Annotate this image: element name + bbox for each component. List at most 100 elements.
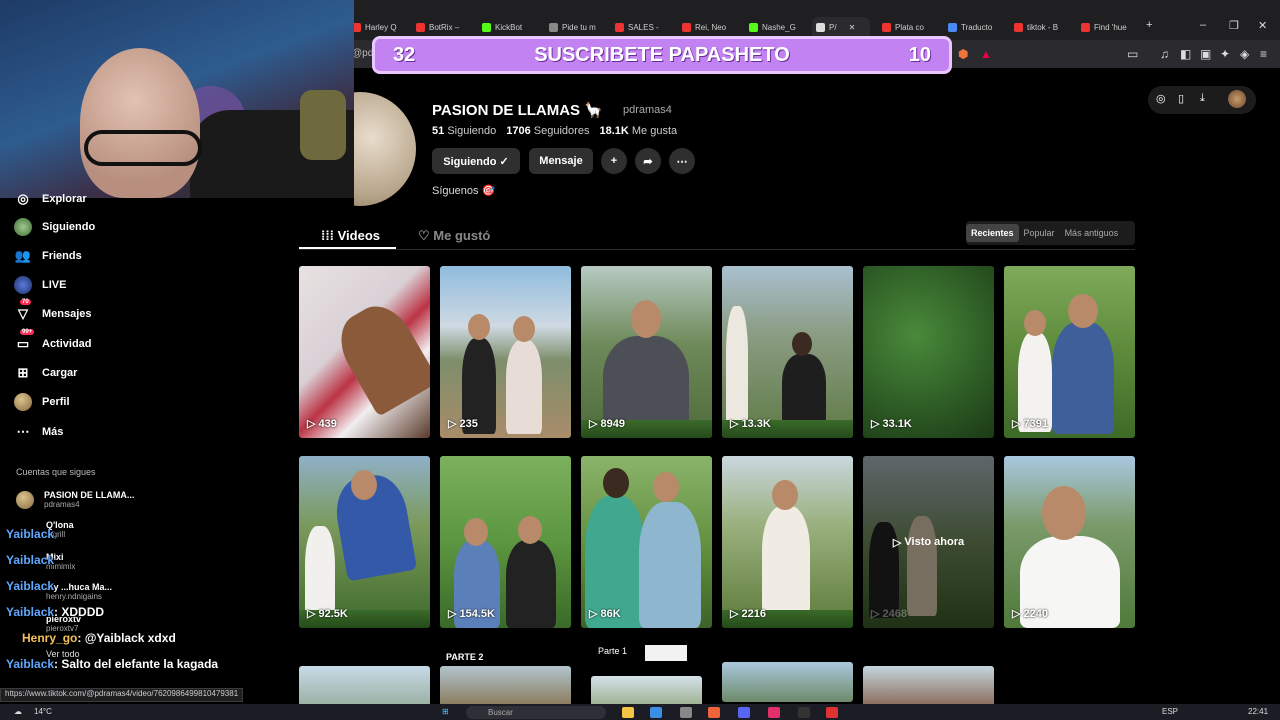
profile-avatar[interactable] <box>354 92 416 206</box>
weather-icon[interactable]: ☁ <box>14 707 22 716</box>
rewards-icon[interactable]: ▲ <box>980 47 992 61</box>
video-thumbnail[interactable]: ▷ 7391 <box>1004 266 1135 438</box>
brave-icon[interactable] <box>708 707 720 718</box>
video-thumbnail[interactable]: ▷ 92.5K <box>299 456 430 628</box>
obs-icon[interactable] <box>798 707 810 718</box>
video-thumbnail[interactable] <box>440 666 571 706</box>
browser-tab[interactable]: Find 'hue <box>1081 17 1141 37</box>
share-icon[interactable]: ➦ <box>635 148 661 174</box>
more-options-icon[interactable]: ⋯ <box>669 148 695 174</box>
tab-videos[interactable]: ⁞⁞⁞ Videos <box>321 228 380 243</box>
play-icon: ▷ <box>892 536 905 549</box>
message-button[interactable]: Mensaje <box>529 148 593 174</box>
browser-tab[interactable]: Pide tu m <box>549 17 611 37</box>
banner-count-right: 10 <box>908 43 931 66</box>
sort-popular[interactable]: Popular <box>1019 224 1060 242</box>
reader-icon[interactable]: ▭ <box>1127 47 1138 61</box>
language-indicator[interactable]: ESP <box>1162 707 1178 716</box>
chat-message: Yaiblack: Salto del elefante la kagada <box>6 657 219 671</box>
browser-tab[interactable]: tiktok - B <box>1014 17 1076 37</box>
sidebar-icon[interactable]: ◧ <box>1180 47 1191 61</box>
discord-icon[interactable] <box>738 707 750 718</box>
video-thumbnail[interactable]: ▷ 439 <box>299 266 430 438</box>
browser-tab[interactable]: BotRix – <box>416 17 478 37</box>
sort-oldest[interactable]: Más antiguos <box>1060 224 1124 242</box>
stat-followers[interactable]: 1706 Seguidores <box>506 125 589 137</box>
download-icon[interactable]: ⤓ <box>1200 92 1205 105</box>
video-thumbnail[interactable]: ▷ 154.5K <box>440 456 571 628</box>
leo-icon[interactable]: ✦ <box>1220 47 1230 61</box>
edge-icon[interactable] <box>650 707 662 718</box>
address-bar[interactable]: @pd <box>352 48 373 59</box>
browser-tab[interactable]: KickBot <box>482 17 544 37</box>
compass-icon: ◎ <box>17 191 29 206</box>
video-thumbnail[interactable]: ▷ 8949 <box>581 266 712 438</box>
tab-favicon-icon <box>1014 22 1023 32</box>
video-thumbnail[interactable]: ▷ 2240 <box>1004 456 1135 628</box>
nav-upload[interactable]: ⊞ Cargar <box>14 364 78 382</box>
view-count: ▷ 2468 <box>871 608 907 620</box>
nav-activity[interactable]: ▭ 99+ Actividad <box>14 329 92 353</box>
view-count: ▷ 13.3K <box>730 418 771 430</box>
following-account[interactable]: ...y ...huca Ma... henry.ndnigains <box>46 582 112 601</box>
nav-explore[interactable]: ◎ Explorar <box>14 190 86 208</box>
video-thumbnail[interactable]: ▷ 86K <box>581 456 712 628</box>
video-thumbnail[interactable]: ▷ 33.1K <box>863 266 994 438</box>
live-icon <box>14 276 32 294</box>
browser-tab[interactable]: SALES - <box>615 17 677 37</box>
browser-tab[interactable]: Plata co <box>882 17 944 37</box>
close-window-button[interactable]: ✕ <box>1258 19 1267 32</box>
nav-messages[interactable]: ▽ 70 Mensajes <box>14 299 92 323</box>
video-thumbnail[interactable]: ▷ Visto ahora ▷ 2468 <box>863 456 994 628</box>
nav-friends[interactable]: 👥 Friends <box>14 247 82 265</box>
banner-count-left: 32 <box>393 43 416 66</box>
windows-taskbar: ☁ 14°C ⊞ Buscar ESP 22:41 <box>0 704 1280 720</box>
brave-shield-icon[interactable]: ⬢ <box>958 47 968 61</box>
device-icon[interactable]: ▯ <box>1178 92 1184 105</box>
minimize-button[interactable]: – <box>1200 19 1206 31</box>
video-thumbnail[interactable]: ▷ 235 <box>440 266 571 438</box>
view-count: ▷ 33.1K <box>871 418 912 430</box>
browser-tab[interactable]: Rei, Neo <box>682 17 744 37</box>
app-icon[interactable] <box>680 707 692 718</box>
file-explorer-icon[interactable] <box>622 707 634 718</box>
profile-stats: 51 Siguiendo 1706 Seguidores 18.1K Me gu… <box>432 125 677 137</box>
new-tab-button[interactable]: + <box>1146 19 1152 31</box>
user-avatar[interactable] <box>1228 90 1246 108</box>
wallet-icon[interactable]: ▣ <box>1200 47 1211 61</box>
close-tab-icon[interactable]: ✕ <box>849 23 856 32</box>
restore-button[interactable]: ❐ <box>1229 19 1239 32</box>
menu-icon[interactable]: ≡ <box>1260 47 1267 61</box>
browser-tab[interactable]: Traducto <box>948 17 1010 37</box>
view-count: ▷ 2216 <box>730 608 766 620</box>
start-icon[interactable]: ⊞ <box>442 707 449 716</box>
chat-message: Yaiblack <box>6 579 55 593</box>
video-thumbnail[interactable] <box>722 662 853 702</box>
weather-temp[interactable]: 14°C <box>34 707 52 716</box>
taskbar-search[interactable]: Buscar <box>466 706 606 719</box>
nav-following[interactable]: Siguiendo <box>14 218 95 236</box>
nav-profile[interactable]: Perfil <box>14 393 70 411</box>
video-thumbnail[interactable] <box>299 666 430 706</box>
video-thumbnail[interactable]: ▷ 2216 <box>722 456 853 628</box>
video-thumbnail[interactable] <box>863 666 994 706</box>
coin-icon[interactable]: ◎ <box>1156 92 1166 105</box>
vpn-icon[interactable]: ◈ <box>1240 47 1249 61</box>
nav-more[interactable]: ⋯ Más <box>14 423 64 441</box>
following-account[interactable]: PASION DE LLAMA... pdramas4 <box>16 490 134 509</box>
app-icon[interactable] <box>826 707 838 718</box>
following-button[interactable]: Siguiendo ✓ <box>432 148 520 174</box>
browser-tab[interactable]: Nashe_G <box>749 17 811 37</box>
add-friend-icon[interactable]: + <box>601 148 627 174</box>
clock[interactable]: 22:41 <box>1248 707 1268 716</box>
app-icon[interactable] <box>768 707 780 718</box>
tab-favicon-icon <box>948 22 957 32</box>
media-icon[interactable]: ♫ <box>1160 47 1169 61</box>
stat-following[interactable]: 51 Siguiendo <box>432 125 496 137</box>
browser-tab[interactable]: Harley Q <box>352 17 414 37</box>
browser-tab-active[interactable]: P/✕ <box>812 17 870 37</box>
tab-liked[interactable]: ♡ Me gustó <box>418 228 490 244</box>
video-thumbnail[interactable]: ▷ 13.3K <box>722 266 853 438</box>
nav-live[interactable]: LIVE <box>14 276 66 294</box>
sort-recent[interactable]: Recientes <box>966 224 1019 242</box>
